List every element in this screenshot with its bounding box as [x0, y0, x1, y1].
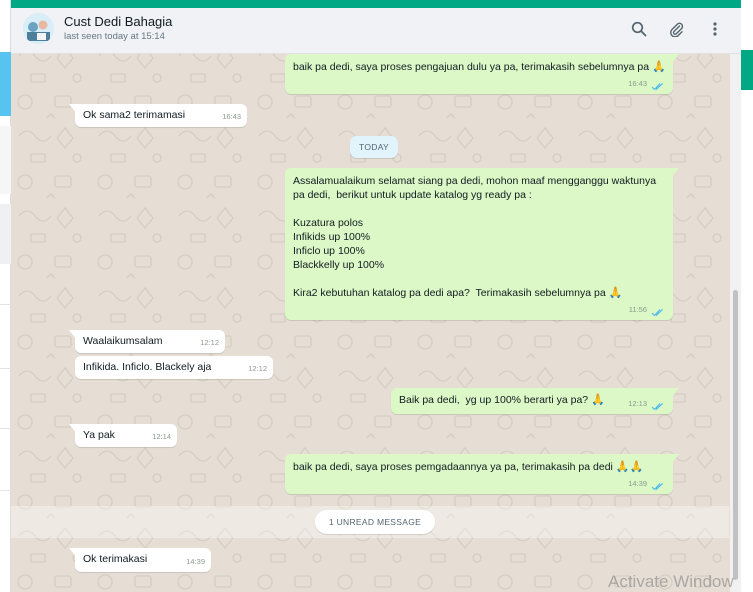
message-text-line: Kuzatura polos [293, 217, 364, 229]
message-time: 11:56 [628, 305, 647, 314]
incoming-message[interactable]: Ya pak 12:14 [69, 424, 177, 447]
bubble-tail [69, 104, 77, 114]
emoji: 🙏 [651, 61, 666, 73]
accent-edge [741, 50, 753, 90]
message-time: 14:39 [186, 557, 205, 566]
emoji: 🙏 [608, 287, 623, 299]
activate-windows-watermark: Activate Window [608, 572, 734, 591]
incoming-message[interactable]: Ok sama2 terimamasi 16:43 [69, 104, 247, 127]
message-time: 16:43 [222, 112, 241, 121]
divider [0, 368, 11, 369]
right-window-edge [741, 0, 753, 592]
outgoing-message[interactable]: Baik pa dedi, yg up 100% berarti ya pa? … [391, 388, 679, 414]
chat-list-panel-edge [0, 0, 11, 592]
bubble-tail [671, 168, 679, 178]
message-text-line: Infikids up 100% [293, 231, 371, 243]
outgoing-message[interactable]: baik pa dedi, saya proses pengajuan dulu… [285, 54, 679, 94]
message-text-line: Blackkelly up 100% [293, 259, 385, 271]
divider [0, 428, 11, 429]
read-ticks-icon [651, 403, 663, 411]
message-text: baik pa dedi, saya proses pengajuan dulu… [293, 61, 666, 73]
chat-list-banner-edge [0, 52, 11, 116]
read-ticks-icon [651, 483, 663, 491]
message-time: 12:13 [628, 399, 647, 408]
message-list: baik pa dedi, saya proses pengajuan dulu… [11, 54, 729, 592]
app-top-strip [0, 0, 753, 8]
outgoing-message[interactable]: baik pa dedi, saya proses pemgadaannya y… [285, 454, 679, 494]
message-time: 16:43 [628, 79, 647, 88]
message-text-line: Kira2 kebutuhan katalog pa dedi apa? Ter… [293, 287, 623, 299]
message-time: 14:39 [628, 479, 647, 488]
bubble-tail [69, 330, 77, 340]
message-text-line: Inficlo up 100% [293, 245, 365, 257]
message-text: baik pa dedi, saya proses pemgadaannya y… [293, 461, 644, 473]
contact-name[interactable]: Cust Dedi Bahagia [64, 14, 172, 29]
bubble-tail [69, 424, 77, 434]
chat-list-item-edge[interactable] [0, 204, 11, 264]
divider [0, 304, 11, 305]
bubble-tail [671, 54, 679, 64]
incoming-message[interactable]: Infikida. Inficlo. Blackely aja 12:12 [75, 356, 273, 379]
message-text: Waalaikumsalam [83, 335, 163, 347]
message-text-line: pa dedi, berikut untuk update katalog yg… [293, 189, 532, 201]
more-vertical-icon[interactable] [705, 19, 725, 39]
unread-messages-divider: 1 UNREAD MESSAGE [315, 510, 435, 534]
incoming-message[interactable]: Ok terimakasi 14:39 [69, 548, 211, 572]
search-icon[interactable] [629, 19, 649, 39]
read-ticks-icon [651, 83, 663, 91]
message-time: 12:14 [152, 432, 171, 441]
emoji: 🙏🙏 [615, 461, 644, 473]
bubble-tail [671, 454, 679, 464]
message-time: 12:12 [200, 338, 219, 347]
message-text: Ya pak [83, 429, 115, 441]
message-time: 12:12 [248, 364, 267, 373]
message-text: Baik pa dedi, yg up 100% berarti ya pa? … [399, 394, 605, 406]
bubble-tail [69, 548, 77, 558]
paperclip-icon[interactable] [666, 19, 686, 39]
message-text: Ok terimakasi [83, 553, 148, 565]
emoji: 🙏 [591, 394, 605, 406]
divider [0, 490, 11, 491]
contact-last-seen: last seen today at 15:14 [64, 31, 165, 42]
message-text-line: Assalamualaikum selamat siang pa dedi, m… [293, 175, 657, 187]
outgoing-message[interactable]: Assalamualaikum selamat siang pa dedi, m… [285, 168, 679, 320]
chat-list-item-edge[interactable] [0, 126, 11, 194]
chat-scrollbar-thumb[interactable] [733, 290, 738, 580]
read-ticks-icon [651, 309, 663, 317]
contact-avatar[interactable] [23, 13, 54, 44]
date-divider: TODAY [350, 136, 398, 158]
bubble-tail [671, 388, 679, 398]
incoming-message[interactable]: Waalaikumsalam 12:12 [69, 330, 225, 353]
message-text: Infikida. Inficlo. Blackely aja [83, 361, 212, 373]
message-text: Ok sama2 terimamasi [83, 109, 186, 121]
chat-header: Cust Dedi Bahagia last seen today at 15:… [11, 8, 741, 54]
